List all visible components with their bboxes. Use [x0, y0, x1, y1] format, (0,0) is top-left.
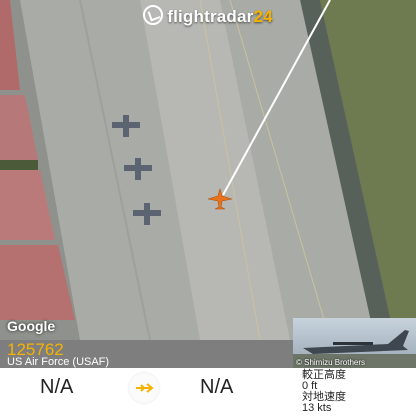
- satellite-map: [0, 0, 416, 340]
- aircraft-icon[interactable]: [207, 188, 233, 210]
- radar-icon: [143, 5, 164, 25]
- app-logo: flightradar24: [0, 5, 416, 27]
- operator-label: US Air Force (USAF): [7, 356, 110, 368]
- map-view[interactable]: flightradar24 Google: [0, 0, 416, 340]
- origin-airport[interactable]: N/A: [40, 376, 73, 399]
- logo-brand: flightradar: [167, 7, 254, 26]
- photo-credit: © Shimizu Brothers: [296, 358, 366, 367]
- destination-airport[interactable]: N/A: [200, 376, 233, 399]
- aircraft-photo[interactable]: © Shimizu Brothers: [293, 318, 416, 368]
- map-attribution: Google: [7, 318, 56, 334]
- speed-value: 13 kts: [302, 402, 332, 414]
- flight-detail-panel: N/A N/A 較正高度 0 ft 対地速度 13 kts: [0, 368, 416, 416]
- flight-info-bar[interactable]: 125762 US Air Force (USAF): [0, 340, 293, 368]
- flight-stats: 較正高度 0 ft 対地速度 13 kts: [302, 370, 346, 414]
- plane-direction-icon: [129, 373, 159, 403]
- logo-suffix: 24: [253, 7, 273, 26]
